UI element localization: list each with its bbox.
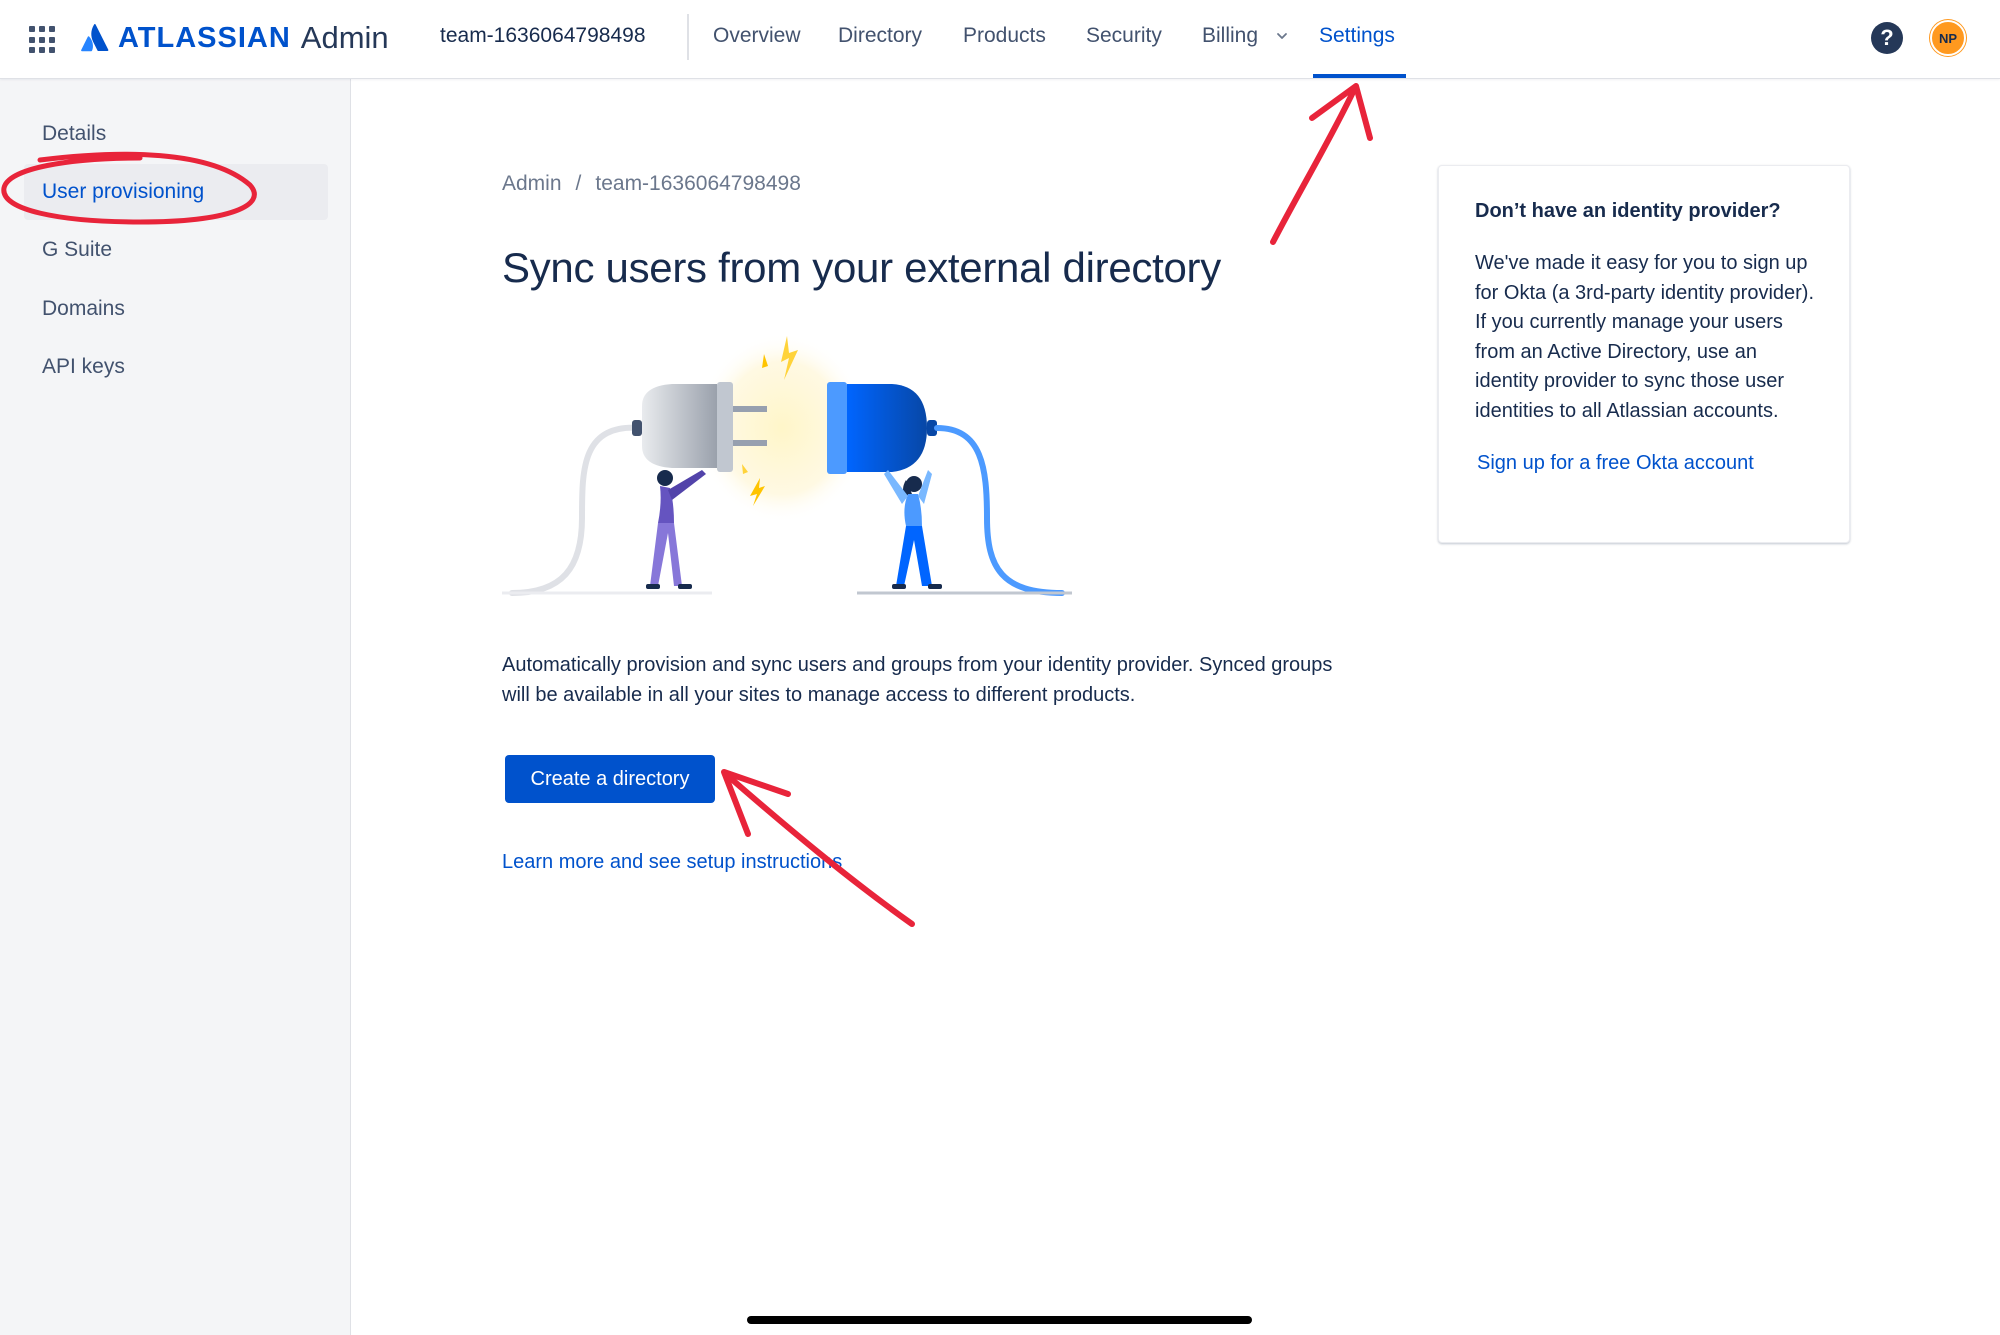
breadcrumb-org[interactable]: team-1636064798498 <box>595 172 801 195</box>
okta-signup-link[interactable]: Sign up for a free Okta account <box>1477 452 1815 475</box>
learn-more-link[interactable]: Learn more and see setup instructions <box>502 851 842 874</box>
breadcrumb-separator: / <box>575 172 582 195</box>
sidebar-item-api-keys[interactable]: API keys <box>24 339 328 395</box>
chevron-down-icon <box>1276 33 1287 40</box>
help-icon[interactable]: ? <box>1871 22 1903 54</box>
nav-overview[interactable]: Overview <box>713 24 801 48</box>
breadcrumb-admin[interactable]: Admin <box>502 172 562 195</box>
nav-settings[interactable]: Settings <box>1319 24 1395 48</box>
annotation-arrowhead-button <box>721 769 791 837</box>
annotation-arrow-settings <box>1270 87 1357 245</box>
top-navigation: ATLASSIAN Admin team-1636064798498 Overv… <box>0 0 2000 79</box>
description-text: Automatically provision and sync users a… <box>502 654 1333 706</box>
plug-connection-illustration <box>502 333 1072 596</box>
sidebar-item-g-suite[interactable]: G Suite <box>24 222 328 278</box>
nav-products[interactable]: Products <box>963 24 1046 48</box>
sidebar: Details User provisioning G Suite Domain… <box>0 79 351 1335</box>
nav-security[interactable]: Security <box>1086 24 1162 48</box>
nav-billing-label: Billing <box>1202 24 1259 47</box>
sidebar-item-user-provisioning[interactable]: User provisioning <box>24 164 328 220</box>
sidebar-item-details[interactable]: Details <box>24 106 328 162</box>
annotation-arrow-button <box>725 773 915 927</box>
nav-active-indicator <box>1313 74 1406 78</box>
create-directory-button[interactable]: Create a directory <box>505 755 715 803</box>
annotation-arrowhead-settings <box>1309 83 1373 141</box>
logo-product-text: Admin <box>300 20 389 55</box>
card-heading: Don’t have an identity provider? <box>1475 200 1781 222</box>
nav-divider <box>687 14 689 60</box>
sidebar-item-domains[interactable]: Domains <box>24 281 328 337</box>
avatar[interactable]: NP <box>1930 20 1966 56</box>
app-switcher-icon[interactable] <box>29 26 57 54</box>
logo-brand-text: ATLASSIAN <box>118 21 291 54</box>
atlassian-logo-icon <box>81 24 109 52</box>
card-body: We've made it easy for you to sign up fo… <box>1475 252 1815 422</box>
org-name[interactable]: team-1636064798498 <box>440 24 646 48</box>
atlassian-logo[interactable]: ATLASSIAN Admin <box>80 18 389 58</box>
nav-directory[interactable]: Directory <box>838 24 922 48</box>
breadcrumb: Admin / team-1636064798498 <box>502 172 801 196</box>
home-indicator <box>747 1316 1252 1324</box>
page-title: Sync users from your external directory <box>502 244 1221 291</box>
nav-billing[interactable]: Billing <box>1202 24 1288 48</box>
identity-provider-card: Don’t have an identity provider? We've m… <box>1438 165 1850 543</box>
